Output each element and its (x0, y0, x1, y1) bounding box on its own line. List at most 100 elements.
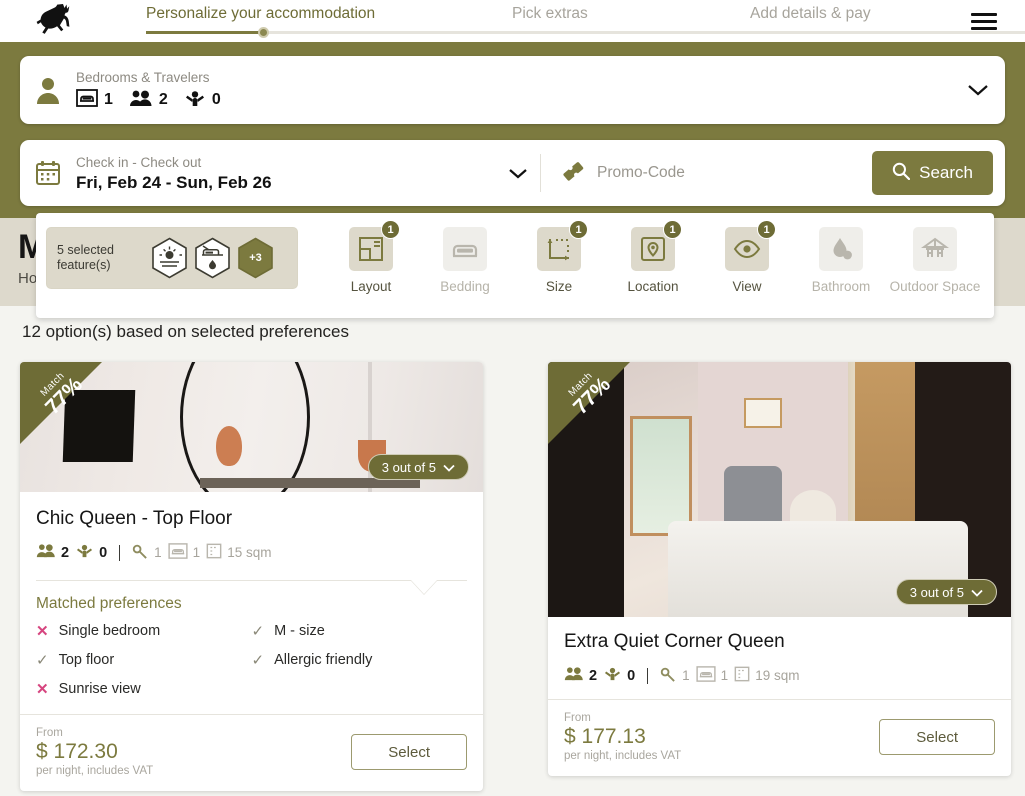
children-value-group: 0 (184, 89, 221, 112)
chevron-down-icon (971, 585, 983, 600)
room-card[interactable]: Match 77% 3 out of 5 Chic Queen - Top Fl… (20, 362, 483, 791)
key-icon (132, 544, 149, 562)
meta-area: 19 sqm (734, 666, 799, 685)
photo-decor (744, 398, 782, 428)
deer-logo-icon[interactable] (0, 1, 110, 41)
bed-icon (168, 543, 188, 562)
preference-item: ✕ Sunrise view (36, 680, 252, 698)
occupancy-selector[interactable]: Bedrooms & Travelers 1 2 0 (20, 56, 1005, 124)
room-card[interactable]: Match 77% 3 out of 5 Extra Quiet Corner … (548, 362, 1011, 776)
top-header: Personalize your accommodation Pick extr… (0, 0, 1025, 46)
match-ribbon (548, 362, 630, 444)
matched-preferences-title: Matched preferences (36, 595, 182, 612)
price-amount: $ 172.30 (36, 740, 118, 763)
bedding-icon (443, 227, 487, 271)
chevron-down-icon (443, 460, 455, 475)
image-counter-label: 3 out of 5 (381, 459, 436, 475)
room-card-body: Extra Quiet Corner Queen 2 0 1 1 19 sqm (548, 617, 1011, 685)
step-add-details-pay[interactable]: Add details & pay (750, 0, 871, 23)
check-icon: ✓ (36, 652, 49, 669)
meta-adults: 2 (36, 543, 69, 562)
sunrise-view-hex-icon[interactable] (151, 237, 188, 279)
step-pick-extras[interactable]: Pick extras (512, 0, 588, 23)
preference-label: Top floor (58, 652, 115, 668)
meta-children: 0 (75, 543, 107, 562)
photo-decor (216, 426, 242, 466)
chevron-down-icon[interactable] (496, 167, 540, 180)
promo-code-field[interactable]: Promo-Code (541, 159, 872, 188)
filter-bedding-label: Bedding (440, 279, 490, 294)
check-icon: ✓ (251, 623, 265, 640)
meta-adults-value: 2 (589, 667, 598, 684)
filter-size-badge: 1 (569, 220, 588, 239)
price-amount: $ 177.13 (564, 725, 646, 748)
select-button[interactable]: Select (351, 734, 467, 770)
preferences-grid: ✕ Single bedroom ✓ M - size ✓ Top floor (36, 622, 467, 698)
child-icon (75, 543, 94, 562)
preference-label: Allergic friendly (274, 652, 373, 668)
date-range-field[interactable]: Check in - Check out Fri, Feb 24 - Sun, … (76, 154, 496, 193)
matched-preferences-section: Matched preferences ✕ Single bedroom ✓ M… (36, 580, 467, 698)
chevron-down-icon[interactable] (951, 83, 1005, 97)
step-personalize[interactable]: Personalize your accommodation (146, 0, 375, 23)
filter-layout-label: Layout (350, 279, 392, 294)
meta-beds: 1 (696, 666, 729, 685)
more-features-hex-icon[interactable]: +3 (237, 237, 274, 279)
filter-outdoor-space[interactable]: Outdoor Space (888, 227, 982, 295)
image-counter-label: 3 out of 5 (909, 584, 964, 600)
hero-subtitle: Ho (18, 270, 38, 287)
water-drop-icon (819, 227, 863, 271)
meta-children: 0 (603, 666, 635, 685)
hamburger-menu-icon[interactable] (951, 12, 1025, 30)
child-icon (603, 666, 622, 685)
expand-notch (411, 580, 437, 594)
divider (647, 667, 649, 684)
filter-outdoor-space-label: Outdoor Space (889, 279, 981, 294)
meta-keys-value: 1 (682, 668, 690, 683)
filter-view-label: View (732, 279, 762, 294)
meta-beds-value: 1 (720, 668, 729, 683)
room-photo[interactable]: Match 77% 3 out of 5 (20, 362, 483, 492)
bed-allergic-hex-icon[interactable] (194, 237, 231, 279)
bedrooms-count: 1 (104, 91, 113, 108)
room-title: Chic Queen - Top Floor (36, 508, 233, 529)
photo-decor (180, 362, 310, 492)
image-counter-button[interactable]: 3 out of 5 (367, 454, 469, 480)
progress-knob[interactable] (258, 27, 269, 38)
price-note: per night, includes VAT (36, 765, 154, 777)
check-icon: ✓ (251, 652, 265, 669)
bedrooms-value-group: 1 (76, 88, 113, 112)
filter-layout-badge: 1 (381, 220, 400, 239)
divider (119, 544, 121, 561)
feature-filter-panel: 5 selected feature(s) +3 1 Layout Beddin… (36, 213, 994, 318)
hamburger-bar (971, 12, 997, 16)
room-photo[interactable]: Match 77% 3 out of 5 (548, 362, 1011, 617)
more-features-count: +3 (249, 252, 262, 264)
area-icon (206, 543, 222, 562)
filter-bedding[interactable]: Bedding (418, 227, 512, 295)
filter-view[interactable]: 1 View (700, 220, 794, 295)
selected-features-chip[interactable]: 5 selected feature(s) +3 (46, 227, 298, 289)
promo-ticket-icon (561, 159, 585, 188)
area-icon (734, 666, 750, 685)
cross-icon: ✕ (36, 681, 49, 698)
filter-size[interactable]: 1 Size (512, 220, 606, 295)
meta-area-value: 15 sqm (227, 545, 272, 560)
filter-bathroom[interactable]: Bathroom (794, 227, 888, 295)
calendar-icon (20, 160, 76, 186)
preference-item: ✓ M - size (252, 622, 468, 640)
preference-item: ✕ Single bedroom (36, 622, 252, 640)
filter-layout[interactable]: 1 Layout (324, 220, 418, 295)
room-meta: 2 0 1 1 (564, 666, 995, 685)
image-counter-button[interactable]: 3 out of 5 (895, 579, 997, 605)
occupancy-fields: Bedrooms & Travelers 1 2 0 (76, 69, 951, 112)
adults-value-group: 2 (129, 89, 168, 112)
hamburger-bar (971, 19, 997, 23)
search-button[interactable]: Search (872, 151, 993, 195)
meta-beds: 1 (168, 543, 200, 562)
filter-location[interactable]: 1 Location (606, 220, 700, 295)
adults-icon (36, 543, 56, 562)
filter-location-badge: 1 (663, 220, 682, 239)
filter-size-label: Size (545, 279, 573, 294)
select-button[interactable]: Select (879, 719, 995, 755)
